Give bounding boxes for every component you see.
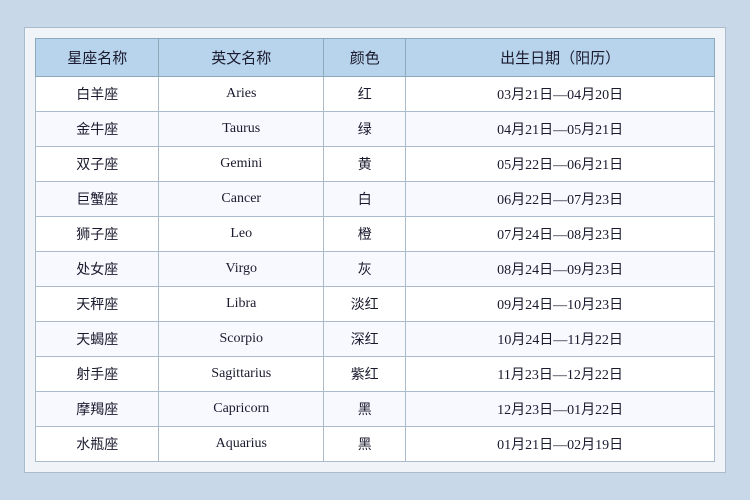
- header-color: 颜色: [324, 39, 406, 77]
- table-row: 金牛座Taurus绿04月21日—05月21日: [36, 112, 715, 147]
- table-row: 狮子座Leo橙07月24日—08月23日: [36, 217, 715, 252]
- cell-en: Cancer: [159, 182, 324, 217]
- cell-color: 橙: [324, 217, 406, 252]
- table-row: 射手座Sagittarius紫红11月23日—12月22日: [36, 357, 715, 392]
- cell-date: 09月24日—10月23日: [406, 287, 715, 322]
- cell-date: 03月21日—04月20日: [406, 77, 715, 112]
- header-en: 英文名称: [159, 39, 324, 77]
- cell-date: 04月21日—05月21日: [406, 112, 715, 147]
- table-row: 双子座Gemini黄05月22日—06月21日: [36, 147, 715, 182]
- table-row: 摩羯座Capricorn黑12月23日—01月22日: [36, 392, 715, 427]
- cell-date: 12月23日—01月22日: [406, 392, 715, 427]
- cell-en: Scorpio: [159, 322, 324, 357]
- cell-en: Virgo: [159, 252, 324, 287]
- cell-cn: 白羊座: [36, 77, 159, 112]
- table-row: 天蝎座Scorpio深红10月24日—11月22日: [36, 322, 715, 357]
- cell-date: 10月24日—11月22日: [406, 322, 715, 357]
- table-row: 巨蟹座Cancer白06月22日—07月23日: [36, 182, 715, 217]
- cell-cn: 天蝎座: [36, 322, 159, 357]
- table-row: 白羊座Aries红03月21日—04月20日: [36, 77, 715, 112]
- cell-cn: 狮子座: [36, 217, 159, 252]
- cell-cn: 水瓶座: [36, 427, 159, 462]
- cell-color: 黄: [324, 147, 406, 182]
- cell-color: 紫红: [324, 357, 406, 392]
- cell-color: 红: [324, 77, 406, 112]
- cell-en: Libra: [159, 287, 324, 322]
- cell-color: 黑: [324, 427, 406, 462]
- cell-cn: 金牛座: [36, 112, 159, 147]
- table-row: 天秤座Libra淡红09月24日—10月23日: [36, 287, 715, 322]
- cell-color: 深红: [324, 322, 406, 357]
- table-row: 处女座Virgo灰08月24日—09月23日: [36, 252, 715, 287]
- header-date: 出生日期（阳历）: [406, 39, 715, 77]
- cell-date: 08月24日—09月23日: [406, 252, 715, 287]
- cell-cn: 天秤座: [36, 287, 159, 322]
- cell-date: 01月21日—02月19日: [406, 427, 715, 462]
- cell-date: 07月24日—08月23日: [406, 217, 715, 252]
- cell-color: 白: [324, 182, 406, 217]
- cell-cn: 巨蟹座: [36, 182, 159, 217]
- cell-cn: 处女座: [36, 252, 159, 287]
- cell-en: Leo: [159, 217, 324, 252]
- zodiac-table-container: 星座名称 英文名称 颜色 出生日期（阳历） 白羊座Aries红03月21日—04…: [24, 27, 726, 473]
- cell-en: Aries: [159, 77, 324, 112]
- cell-en: Capricorn: [159, 392, 324, 427]
- cell-cn: 双子座: [36, 147, 159, 182]
- cell-date: 05月22日—06月21日: [406, 147, 715, 182]
- cell-cn: 射手座: [36, 357, 159, 392]
- cell-date: 06月22日—07月23日: [406, 182, 715, 217]
- cell-date: 11月23日—12月22日: [406, 357, 715, 392]
- table-row: 水瓶座Aquarius黑01月21日—02月19日: [36, 427, 715, 462]
- zodiac-table: 星座名称 英文名称 颜色 出生日期（阳历） 白羊座Aries红03月21日—04…: [35, 38, 715, 462]
- cell-color: 黑: [324, 392, 406, 427]
- cell-cn: 摩羯座: [36, 392, 159, 427]
- cell-en: Gemini: [159, 147, 324, 182]
- cell-color: 灰: [324, 252, 406, 287]
- cell-color: 淡红: [324, 287, 406, 322]
- table-header-row: 星座名称 英文名称 颜色 出生日期（阳历）: [36, 39, 715, 77]
- cell-en: Aquarius: [159, 427, 324, 462]
- cell-color: 绿: [324, 112, 406, 147]
- cell-en: Sagittarius: [159, 357, 324, 392]
- header-cn: 星座名称: [36, 39, 159, 77]
- cell-en: Taurus: [159, 112, 324, 147]
